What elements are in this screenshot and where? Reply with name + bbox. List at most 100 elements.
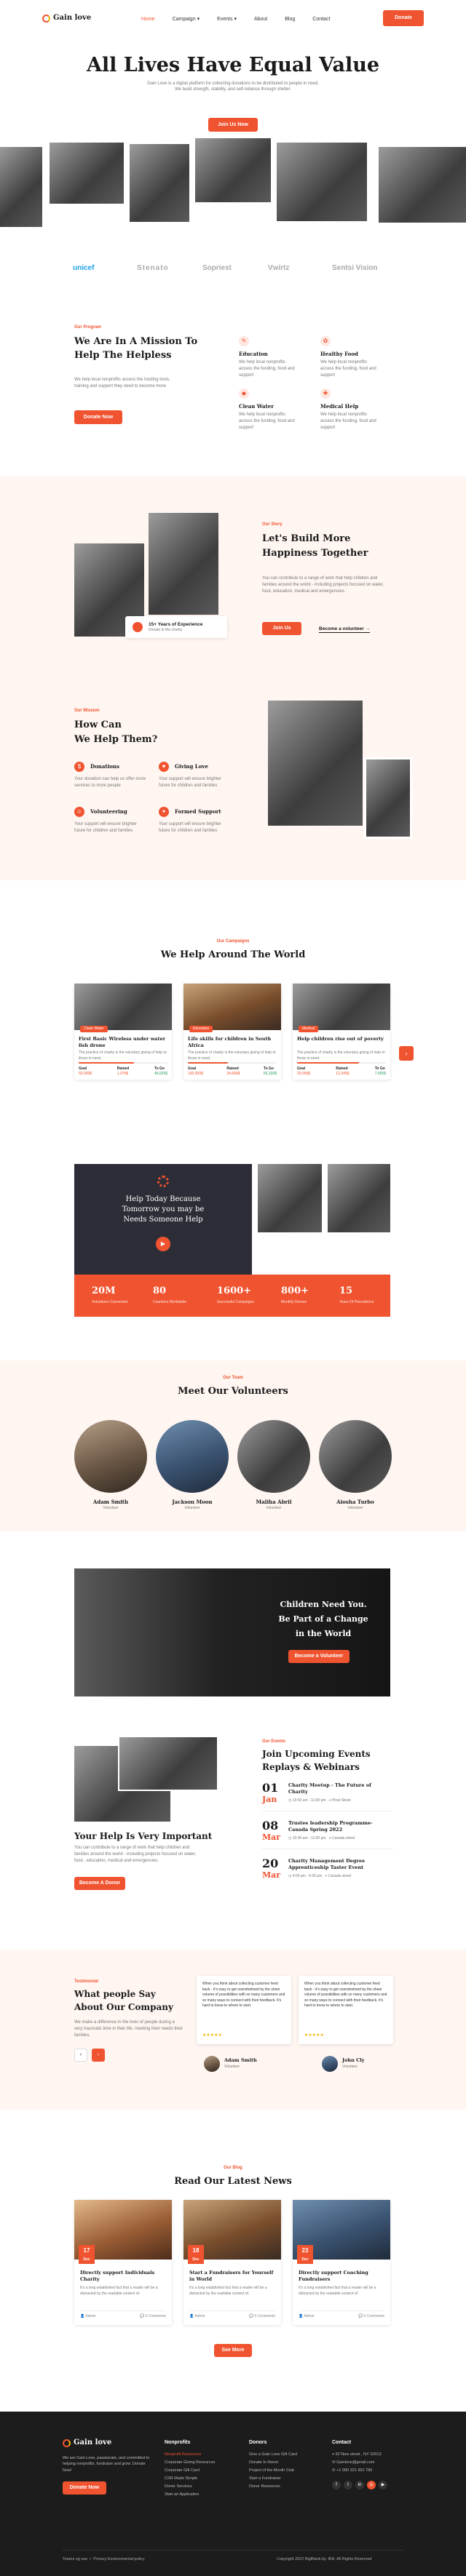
to-go-value: 7,655$	[374, 1072, 386, 1077]
campaign-card[interactable]: Medical Help children rise out of povert…	[293, 984, 390, 1080]
event-item[interactable]: 01 Jan Charity Meetup - The Future of Ch…	[262, 1782, 393, 1811]
see-more-button[interactable]: See More	[214, 2344, 252, 2357]
partner-logo-4: Vwirtz	[268, 264, 290, 272]
campaign-progress-fill	[297, 1062, 360, 1064]
nav-events[interactable]: Events ▾	[217, 16, 237, 23]
how-title: How Can We Help Them?	[74, 718, 157, 747]
become-volunteer-link[interactable]: Become a volunteer →	[319, 626, 371, 634]
event-item[interactable]: 20 Mar Charity Management Degree Apprent…	[262, 1858, 393, 1887]
team-title: Meet Our Volunteers	[178, 1386, 288, 1397]
footer-link[interactable]: Corporate Giving Resources	[165, 2459, 215, 2467]
footer-link[interactable]: Corporate Gift Card	[165, 2467, 215, 2475]
events-photo-2	[118, 1736, 218, 1791]
campaign-card[interactable]: Clean Water First Basic Wireless under w…	[74, 984, 172, 1080]
footer-link[interactable]: CSR Made Simple	[165, 2475, 215, 2483]
testimonial-name: Adam Smith	[224, 2057, 257, 2063]
twitter-icon[interactable]: t	[344, 2481, 352, 2490]
how-item-title: Donations	[90, 763, 119, 770]
hero-photo-6	[379, 147, 466, 223]
become-donor-button[interactable]: Become A Donor	[74, 1877, 125, 1890]
blog-meta: 👤 Admin 💬 0 Comments	[189, 2310, 275, 2319]
next-arrow-icon[interactable]: ›	[399, 1046, 414, 1061]
campaign-card[interactable]: Education Life skills for children in So…	[183, 984, 281, 1080]
mission-item-title: Clean Water	[239, 403, 274, 410]
story-join-button[interactable]: Join Us	[262, 622, 301, 635]
become-volunteer-label: Become a volunteer	[319, 626, 364, 631]
member-role: Volunteer	[103, 1506, 119, 1511]
instagram-icon[interactable]: ◎	[367, 2481, 376, 2490]
mission-section: Our Program We Are In A Mission To Help …	[0, 320, 466, 458]
footer-email[interactable]: ✉ Gainlove@gmail.com	[332, 2459, 387, 2467]
footer-link[interactable]: Project of the Month Club	[249, 2467, 297, 2475]
blog-card[interactable]: 23 Dec Directly support Coaching Fundrais…	[293, 2200, 390, 2325]
mission-title-line-1: We Are In A Mission To	[74, 336, 198, 347]
blog-meta: 👤 Admin 💬 0 Comments	[80, 2310, 166, 2319]
blog-author: 👤 Admin	[299, 2314, 315, 2319]
campaign-progress-fill	[188, 1062, 228, 1064]
play-icon[interactable]: ▶	[156, 1237, 170, 1251]
team-member[interactable]: Adam Smith Volunteer	[74, 1420, 147, 1512]
campaign-text: The practice of charity is the voluntary…	[79, 1050, 167, 1061]
logo[interactable]: Gain love	[42, 13, 91, 24]
goal-label: Goal	[188, 1066, 197, 1071]
header-donate-button[interactable]: Donate	[383, 10, 424, 26]
footer-contact: Contact ⌖ 92 New street , NY 10013 ✉ Gai…	[332, 2439, 387, 2490]
support-title-line-2: Tomorrow you may be	[122, 1205, 205, 1213]
footer-link[interactable]: Donor Services	[165, 2483, 215, 2491]
testimonial-card: When you think about collecting customer…	[197, 1976, 291, 2044]
star-rating: ★★★★★	[202, 2033, 222, 2038]
nav-home[interactable]: Home	[141, 16, 155, 23]
banner-title-line-2: Be Part of a Change	[278, 1614, 368, 1624]
stat-value: 1600+	[217, 1285, 252, 1296]
prev-arrow-icon[interactable]: ‹	[74, 2049, 87, 2062]
footer-donate-button[interactable]: Donate Now	[63, 2481, 106, 2495]
raised-label: Raised	[226, 1066, 239, 1071]
campaigns-eyebrow: Our Campaigns	[216, 939, 250, 944]
award-icon	[133, 622, 143, 632]
footer-link[interactable]: Donor Resources	[249, 2483, 297, 2491]
footer-link[interactable]: Donate In Honor	[249, 2459, 297, 2467]
to-go-value: 65,320$	[263, 1072, 277, 1077]
avatar	[237, 1420, 310, 1493]
campaign-image	[183, 984, 281, 1030]
team-member[interactable]: Jackson Moon Volunteer	[156, 1420, 229, 1512]
nav-about[interactable]: About	[254, 16, 267, 23]
footer-link[interactable]: Give a Gain Love Gift Card	[249, 2451, 297, 2459]
linkedin-icon[interactable]: in	[355, 2481, 364, 2490]
facebook-icon[interactable]: f	[332, 2481, 341, 2490]
mission-donate-button[interactable]: Donate Now	[74, 410, 122, 424]
hero-photo-5	[277, 143, 367, 221]
nav-contact[interactable]: Contact	[312, 16, 330, 23]
hero-section: All Lives Have Equal Value Gain Love is …	[0, 36, 466, 229]
footer-address: ⌖ 92 New street , NY 10013	[332, 2451, 387, 2459]
blog-post-title: Directly support Coaching Fundraisers	[299, 2270, 368, 2282]
blog-card[interactable]: 17 Dec Directly support Individuals Chari…	[74, 2200, 172, 2325]
footer-link[interactable]: Nonprofit Resources	[165, 2451, 215, 2459]
footer-link[interactable]: Start an Application	[165, 2491, 215, 2499]
footer-logo[interactable]: Gain love	[63, 2438, 111, 2449]
nav-blog[interactable]: Blog	[285, 16, 295, 23]
team-member[interactable]: Aiosha Turbo Volunteer	[319, 1420, 392, 1512]
how-item-text: Your support will ensure brighter future…	[159, 822, 221, 833]
next-arrow-icon[interactable]: ›	[92, 2049, 105, 2062]
join-us-button[interactable]: Join Us Now	[208, 118, 258, 132]
youtube-icon[interactable]: ▶	[379, 2481, 387, 2490]
footer-phone[interactable]: ✆ +1 000 321 652 789	[332, 2467, 387, 2475]
team-member[interactable]: Maliha Abril Volunteer	[237, 1420, 310, 1512]
water-icon: ◆	[239, 388, 249, 399]
footer-divider	[63, 2550, 403, 2551]
privacy-link[interactable]: Privacy Environmental policy	[93, 2557, 144, 2561]
terms-link[interactable]: Teams og use	[63, 2557, 87, 2561]
become-volunteer-button[interactable]: Become a Volunteer	[288, 1650, 350, 1663]
nav-campaign[interactable]: Campaign ▾	[173, 16, 200, 23]
event-item[interactable]: 08 Mar Trustee leadership Programme-Cana…	[262, 1820, 393, 1849]
blog-date-badge: 17 Dec	[79, 2245, 95, 2264]
campaign-text: The practice of charity is the voluntary…	[297, 1050, 385, 1061]
clock-icon: ◷	[288, 1874, 292, 1878]
mission-eyebrow: Our Program	[74, 325, 102, 330]
footer-address-text: 92 New street , NY 10013	[335, 2452, 382, 2457]
avatar	[156, 1420, 229, 1493]
footer-link[interactable]: Start a Fundraiser	[249, 2475, 297, 2483]
blog-card[interactable]: 18 Dec Start a Fundraisers for Yourself i…	[183, 2200, 281, 2325]
experience-title: 15+ Years of Experience	[149, 622, 203, 627]
